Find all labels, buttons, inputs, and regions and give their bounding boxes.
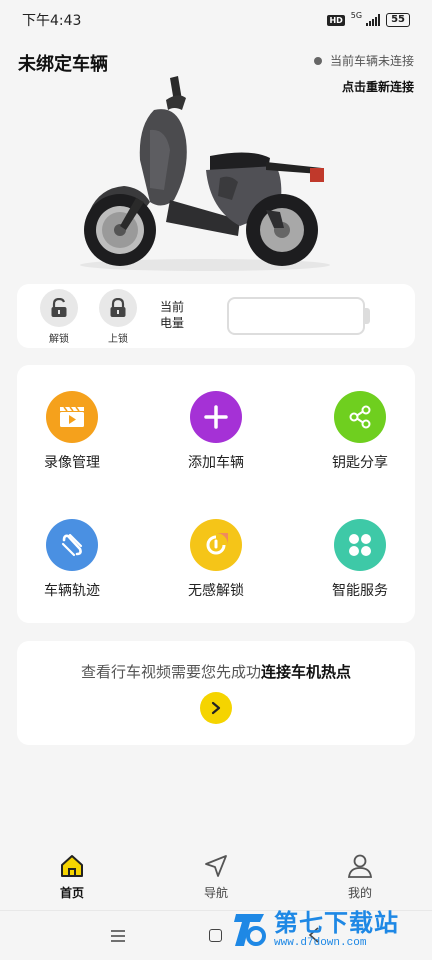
- feature-grid: 录像管理 添加车辆 钥匙分享 车辆轨迹 无感解锁 智能服务: [17, 365, 415, 623]
- scooter-image: [80, 76, 330, 271]
- connection-status-text: 当前车辆未连接: [329, 54, 414, 68]
- lock-panel: 解锁 上锁 当前 电量: [17, 284, 415, 348]
- tab-label: 导航: [203, 886, 228, 900]
- tab-label: 首页: [59, 886, 84, 900]
- unlock-icon: [40, 289, 78, 327]
- nav-home-icon[interactable]: [209, 929, 222, 942]
- feature-label: 添加车辆: [188, 455, 244, 471]
- video-clapper-icon: [46, 391, 98, 443]
- share-icon: [334, 391, 386, 443]
- navigation-icon: [205, 855, 227, 877]
- watermark-logo-icon: [234, 914, 266, 946]
- bottom-tab-bar: 首页 导航 我的: [0, 848, 432, 910]
- signal-icon: [366, 14, 381, 26]
- lock-button[interactable]: 上锁: [98, 289, 138, 345]
- connection-status: 当前车辆未连接: [313, 52, 414, 69]
- battery-label-line2: 电量: [160, 316, 185, 330]
- feature-label: 智能服务: [332, 583, 388, 599]
- unlock-button[interactable]: 解锁: [39, 289, 79, 345]
- connect-hotspot-link[interactable]: 连接车机热点: [261, 663, 351, 681]
- reconnect-link[interactable]: 点击重新连接: [342, 78, 414, 95]
- status-dot-icon: [313, 56, 322, 65]
- video-notice-text: 查看行车视频需要您先成功连接车机热点: [17, 661, 415, 682]
- feature-label: 无感解锁: [188, 583, 244, 599]
- home-icon: [61, 855, 83, 877]
- feature-label: 录像管理: [44, 455, 100, 471]
- video-notice-prefix: 查看行车视频需要您先成功: [80, 663, 261, 681]
- status-icons: HD 5G 55: [327, 10, 410, 27]
- feature-smart-service[interactable]: 智能服务: [305, 519, 415, 600]
- lock-label: 上锁: [108, 334, 128, 345]
- track-icon: [46, 519, 98, 571]
- battery-status: 55: [386, 13, 410, 27]
- feature-video-management[interactable]: 录像管理: [17, 391, 127, 472]
- feature-vehicle-track[interactable]: 车辆轨迹: [17, 519, 127, 600]
- status-bar: 下午4:43 HD 5G 55: [0, 0, 432, 40]
- tab-home[interactable]: 首页: [0, 848, 144, 910]
- tab-navigation[interactable]: 导航: [144, 848, 288, 910]
- profile-icon: [347, 854, 373, 878]
- feature-label: 钥匙分享: [332, 455, 388, 471]
- watermark: 第七下载站 www.d7down.com: [232, 910, 399, 950]
- video-notice-go-button[interactable]: [200, 692, 232, 724]
- network-type: 5G: [350, 10, 363, 20]
- feature-key-share[interactable]: 钥匙分享: [305, 391, 415, 472]
- watermark-text: 第七下载站 www.d7down.com: [274, 910, 399, 950]
- clover-icon: [334, 519, 386, 571]
- battery-label: 当前 电量: [160, 299, 190, 331]
- status-time: 下午4:43: [22, 13, 82, 29]
- menu-icon[interactable]: [110, 929, 126, 943]
- watermark-sub: www.d7down.com: [274, 937, 367, 949]
- feature-keyless-unlock[interactable]: 无感解锁: [161, 519, 271, 600]
- tab-profile[interactable]: 我的: [288, 848, 432, 910]
- battery-label-line1: 当前: [160, 300, 185, 314]
- battery-gauge: [227, 297, 365, 335]
- unlock-label: 解锁: [49, 334, 69, 345]
- keyless-unlock-icon: [190, 519, 242, 571]
- battery-gauge-tip: [365, 308, 370, 324]
- hd-icon: HD: [327, 14, 345, 26]
- tab-label: 我的: [347, 886, 372, 900]
- video-notice-card: 查看行车视频需要您先成功连接车机热点: [17, 641, 415, 745]
- chevron-right-icon: [211, 701, 221, 715]
- feature-add-vehicle[interactable]: 添加车辆: [161, 391, 271, 472]
- watermark-main: 第七下载站: [274, 909, 399, 937]
- feature-label: 车辆轨迹: [44, 583, 100, 599]
- plus-icon: [190, 391, 242, 443]
- lock-icon: [99, 289, 137, 327]
